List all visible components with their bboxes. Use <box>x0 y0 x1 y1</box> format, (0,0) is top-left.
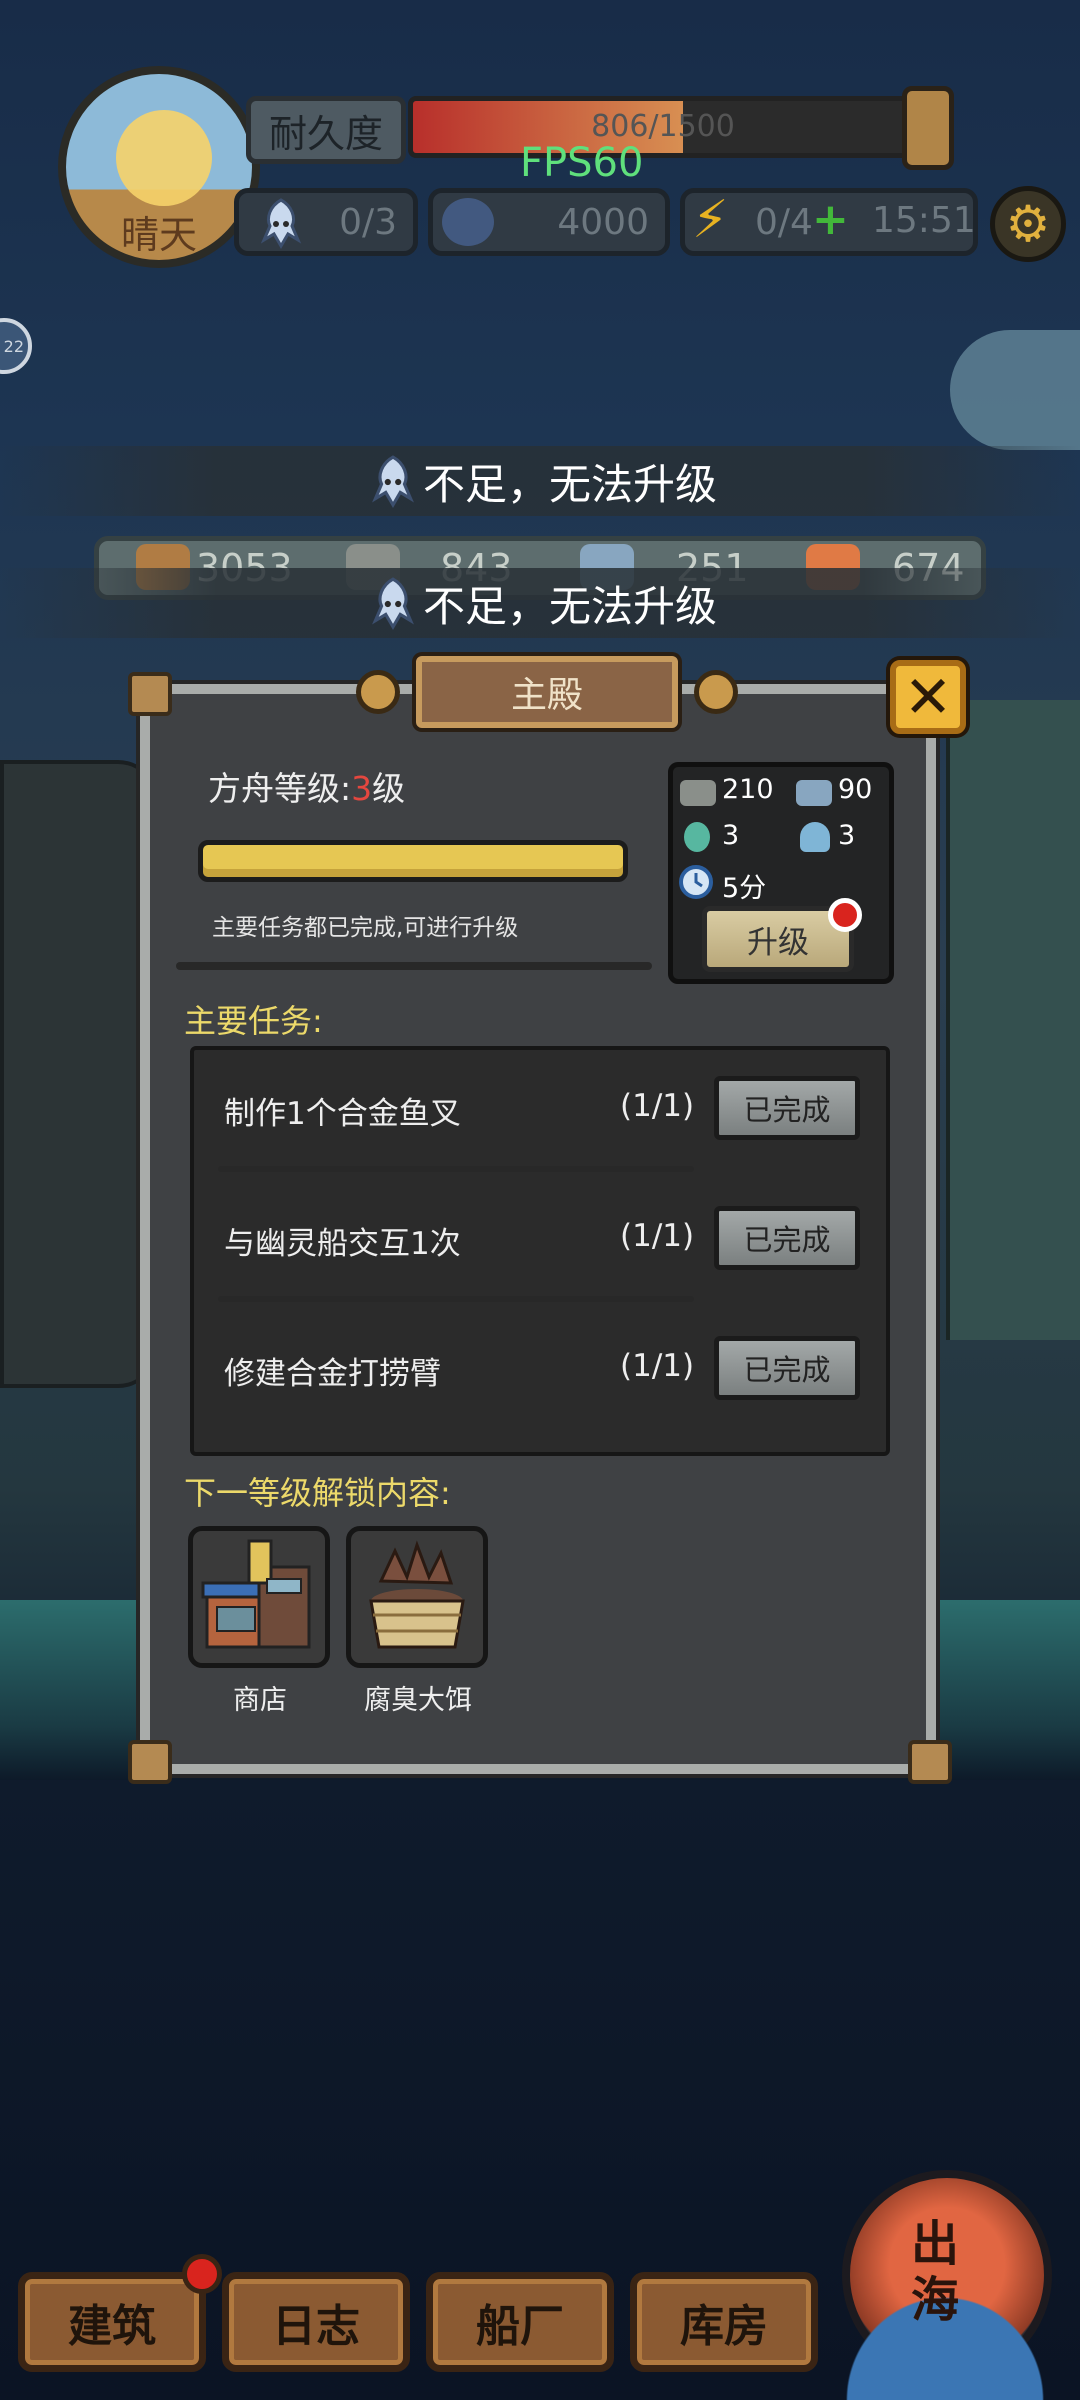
upgrade-time: 5分 <box>722 873 767 904</box>
divider <box>218 1166 694 1172</box>
toast-message: 不足，无法升级 <box>0 446 1080 516</box>
gear-icon: ⚙ <box>1005 195 1051 253</box>
background-ship-hull <box>0 760 158 1388</box>
settings-gear-button[interactable]: ⚙ <box>990 186 1066 262</box>
squid-icon <box>372 577 414 630</box>
set-sail-label: 出海 <box>910 2216 959 2328</box>
durability-label: 耐久度 <box>246 96 406 164</box>
energy-value: 0/4 <box>755 201 813 243</box>
close-icon: ✕ <box>903 663 953 731</box>
lightning-icon: ⚡ <box>692 190 729 250</box>
panel-corner-bolt <box>128 1740 172 1784</box>
metal-icon <box>796 780 832 806</box>
toast-text: 不足，无法升级 <box>422 459 717 509</box>
coin-value: 4000 <box>557 201 649 243</box>
durability-bar-cap <box>902 86 954 170</box>
task-progress: (1/1) <box>620 1218 695 1254</box>
status-note: 主要任务都已完成,可进行升级 <box>212 915 519 941</box>
side-badge[interactable]: 22 <box>0 318 32 374</box>
cost-metal: 90 <box>838 774 873 805</box>
task-completed-button[interactable]: 已完成 <box>714 1076 860 1140</box>
task-name: 修建合金打捞臂 <box>224 1356 441 1392</box>
clock-icon <box>679 865 713 899</box>
close-button[interactable]: ✕ <box>890 660 966 734</box>
panel-corner-bolt <box>908 1740 952 1784</box>
divider <box>176 962 652 970</box>
energy-timer: 15:51 <box>872 200 976 241</box>
task-completed-button[interactable]: 已完成 <box>714 1206 860 1270</box>
fps-counter: FPS60 <box>520 140 644 186</box>
cost-potion: 3 <box>722 820 740 851</box>
crew-value: 0/3 <box>339 201 397 243</box>
durability-value: 806/1500 <box>591 109 735 144</box>
weather-label: 晴天 <box>120 213 197 257</box>
task-name: 与幽灵船交互1次 <box>224 1226 461 1262</box>
plus-icon[interactable]: + <box>812 194 849 245</box>
task-name: 制作1个合金鱼叉 <box>224 1096 461 1132</box>
stone-icon <box>680 780 716 806</box>
nav-log-button[interactable]: 日志 <box>222 2272 410 2372</box>
notification-dot <box>828 898 862 932</box>
potion-icon <box>684 822 710 852</box>
ark-level: 方舟等级:3级 <box>208 762 405 810</box>
weather-indicator[interactable]: 晴天 <box>58 66 260 268</box>
coin-icon <box>442 198 494 246</box>
ark-level-label: 方舟等级: <box>208 769 352 808</box>
squid-crew-icon <box>260 198 302 249</box>
ark-level-unit: 级 <box>372 769 406 808</box>
unlock-label: 商店 <box>233 1685 287 1716</box>
side-badge-value: 22 <box>3 336 24 356</box>
durability-bar: 806/1500 <box>408 96 918 158</box>
cost-stone: 210 <box>722 774 774 805</box>
shop-icon <box>201 1539 311 1649</box>
bait-bucket-icon <box>369 1540 465 1649</box>
level-progress-bar <box>198 840 628 882</box>
unlock-label: 腐臭大饵 <box>364 1685 472 1716</box>
sun-icon <box>116 110 212 206</box>
title-knob <box>356 670 400 714</box>
unlock-shop[interactable] <box>188 1526 330 1668</box>
task-progress: (1/1) <box>620 1088 695 1124</box>
panel-title: 主殿 <box>416 656 678 728</box>
nav-shipyard-button[interactable]: 船厂 <box>426 2272 614 2372</box>
toast-message: 不足，无法升级 <box>0 568 1080 638</box>
nav-warehouse-button[interactable]: 库房 <box>630 2272 818 2372</box>
panel-corner-bolt <box>128 672 172 716</box>
title-knob <box>694 670 738 714</box>
cost-shell: 3 <box>838 820 856 851</box>
shell-icon <box>800 822 830 852</box>
task-completed-button[interactable]: 已完成 <box>714 1336 860 1400</box>
divider <box>218 1296 694 1302</box>
toast-text: 不足，无法升级 <box>422 581 717 631</box>
tasks-heading: 主要任务: <box>184 1002 323 1040</box>
unlock-heading: 下一等级解锁内容: <box>184 1474 451 1512</box>
ark-level-value: 3 <box>351 769 373 808</box>
nav-build-button[interactable]: 建筑 <box>18 2272 206 2372</box>
background-cloud <box>950 330 1080 450</box>
background-ship-machinery <box>946 700 1080 1340</box>
squid-icon <box>372 455 414 508</box>
unlock-bait[interactable] <box>346 1526 488 1668</box>
notification-dot <box>182 2254 222 2294</box>
task-progress: (1/1) <box>620 1348 695 1384</box>
